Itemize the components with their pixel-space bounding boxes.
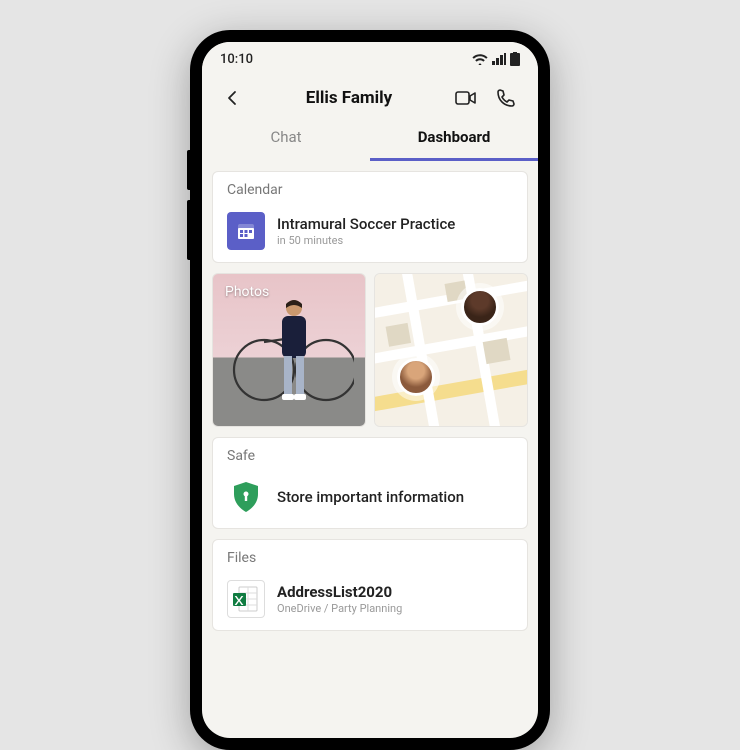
dashboard-content: Calendar Intramural Soccer Practice in 5… <box>202 161 538 651</box>
photos-tile[interactable]: Photos <box>212 273 366 427</box>
dashboard-tabs: Chat Dashboard <box>202 116 538 161</box>
excel-file-icon <box>227 580 265 618</box>
calendar-icon <box>227 212 265 250</box>
video-call-button[interactable] <box>450 82 482 114</box>
battery-icon <box>510 52 520 66</box>
shield-icon <box>227 478 265 516</box>
location-tile[interactable] <box>374 273 528 427</box>
event-time: in 50 minutes <box>277 234 455 247</box>
safe-text-container: Store important information <box>277 488 464 506</box>
file-text: AddressList2020 OneDrive / Party Plannin… <box>277 583 402 615</box>
files-card: Files AddressList2020 OneDrive / Party P… <box>212 539 528 631</box>
event-title: Intramural Soccer Practice <box>277 215 455 233</box>
files-heading: Files <box>213 540 527 570</box>
phone-icon <box>496 88 516 108</box>
calendar-event[interactable]: Intramural Soccer Practice in 50 minutes <box>213 202 527 262</box>
safe-row[interactable]: Store important information <box>213 468 527 528</box>
chat-header: Ellis Family <box>202 76 538 116</box>
file-name: AddressList2020 <box>277 583 402 601</box>
chat-title: Ellis Family <box>248 88 450 108</box>
status-bar: 10:10 <box>202 42 538 76</box>
tile-row: Photos <box>212 273 528 427</box>
phone-frame: 10:10 Ellis Family Chat <box>190 30 550 750</box>
file-row[interactable]: AddressList2020 OneDrive / Party Plannin… <box>213 570 527 630</box>
header-actions <box>450 82 522 114</box>
map-background <box>375 274 527 426</box>
safe-heading: Safe <box>213 438 527 468</box>
video-icon <box>455 90 477 106</box>
safe-text: Store important information <box>277 488 464 506</box>
calendar-event-text: Intramural Soccer Practice in 50 minutes <box>277 215 455 247</box>
phone-screen: 10:10 Ellis Family Chat <box>202 42 538 738</box>
chevron-left-icon <box>224 89 242 107</box>
avatar-pin-1 <box>461 288 499 326</box>
safe-card: Safe Store important information <box>212 437 528 529</box>
photo-thumbnail <box>224 298 354 418</box>
calendar-card: Calendar Intramural Soccer Practice in 5… <box>212 171 528 263</box>
wifi-icon <box>472 53 488 65</box>
back-button[interactable] <box>218 83 248 113</box>
tab-chat[interactable]: Chat <box>202 116 370 161</box>
avatar-pin-2 <box>397 358 435 396</box>
status-icons <box>472 52 520 66</box>
status-time: 10:10 <box>220 52 253 67</box>
calendar-heading: Calendar <box>213 172 527 202</box>
file-subtitle: OneDrive / Party Planning <box>277 602 402 615</box>
audio-call-button[interactable] <box>490 82 522 114</box>
tab-dashboard[interactable]: Dashboard <box>370 116 538 161</box>
signal-icon <box>492 53 506 65</box>
